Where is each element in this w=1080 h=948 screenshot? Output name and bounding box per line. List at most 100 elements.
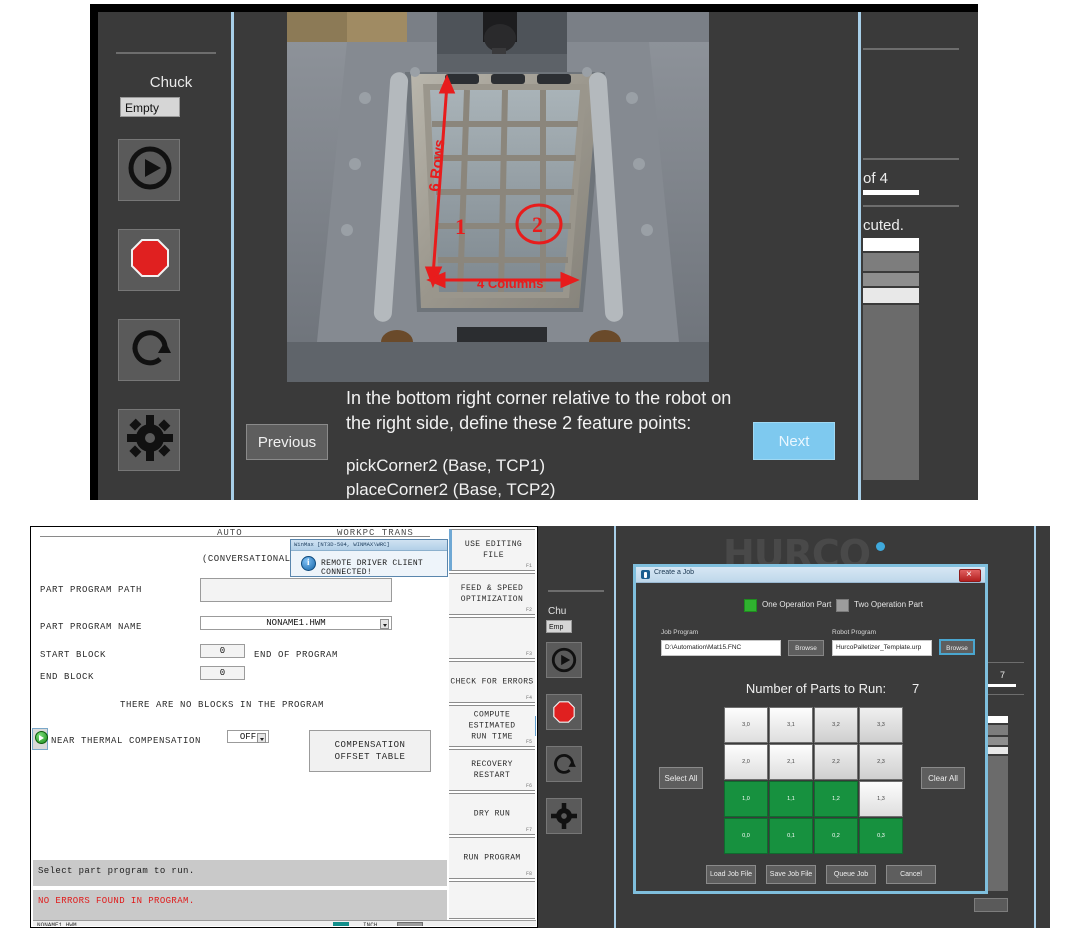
hmi-reset-button[interactable] [546,746,582,782]
dialog-title-bar: Create a Job [636,567,985,583]
part-cell-label: 1,1 [787,796,795,802]
save-job-file-button[interactable]: Save Job File [766,865,816,884]
separator-left [231,12,234,500]
hmi-settings-button[interactable] [546,798,582,834]
info-icon [301,556,316,571]
part-cell-0-2[interactable]: 0,2 [814,818,858,854]
statusbar-button[interactable] [397,922,423,926]
part-cell-3-1[interactable]: 3,1 [769,707,813,743]
list-panel[interactable] [863,305,919,480]
close-icon[interactable] [959,568,981,582]
play-icon [551,647,577,673]
part-cell-1-0[interactable]: 1,0 [724,781,768,817]
parts-to-run-label: Number of Parts to Run: [745,681,887,696]
softkey-check-for-errors[interactable]: CHECK FOR ERRORS F4 [449,661,535,703]
part-cell-3-0[interactable]: 3,0 [724,707,768,743]
winmax-notification-popup[interactable]: WinMax [NT3D-504, WINMAX\WRC] REMOTE DRI… [290,539,448,577]
part-cell-0-1[interactable]: 0,1 [769,818,813,854]
green-arrow-icon [35,731,48,744]
part-cell-1-1[interactable]: 1,1 [769,781,813,817]
hmi-stop-button[interactable] [546,694,582,730]
thermal-comp-expand-button[interactable] [32,728,48,750]
next-button[interactable]: Next [753,422,835,460]
svg-text:1: 1 [455,214,466,239]
feature-point-2: placeCorner2 (Base, TCP2) [346,480,556,499]
winmax-cnc-screen: AUTO WORKPC TRANS (CONVERSATIONAL) PART … [30,526,538,928]
part-cell-3-2[interactable]: 3,2 [814,707,858,743]
robot-program-browse-button[interactable]: Browse [939,639,975,655]
robot-hmi-background: HURCO Chu Emp 7 ted. [538,526,1050,928]
executed-label: cuted. [863,217,904,234]
list-item[interactable] [863,288,919,303]
part-cell-2-1[interactable]: 2,1 [769,744,813,780]
list-item[interactable] [863,253,919,271]
chevron-down-icon[interactable] [257,733,266,743]
clear-all-button[interactable]: Clear All [921,767,965,789]
select-all-button[interactable]: Select All [659,767,703,789]
softkey-run-program[interactable]: RUN PROGRAM F8 [449,837,535,879]
softkey-blank-f3[interactable]: F3 [449,617,535,659]
part-cell-2-2[interactable]: 2,2 [814,744,858,780]
gear-icon [127,415,173,461]
hmi-step-counter: 7 [1000,670,1006,680]
part-cell-3-3[interactable]: 3,3 [859,707,903,743]
load-job-file-button[interactable]: Load Job File [706,865,756,884]
play-button[interactable] [118,139,180,201]
two-operation-part-checkbox[interactable] [836,599,849,612]
cnc-status-bar: NONAME1.HWM INCH [33,920,536,926]
one-operation-part-checkbox[interactable] [744,599,757,612]
job-program-browse-button[interactable]: Browse [788,640,824,656]
statusbar-units: INCH [363,922,378,926]
compensation-offset-table-button[interactable]: COMPENSATION OFFSET TABLE [309,730,431,772]
softkey-compute-estimated-run-time[interactable]: COMPUTE ESTIMATED RUN TIME F5 [449,705,535,747]
part-program-path-input[interactable] [200,578,392,602]
tab-auto[interactable]: AUTO [217,528,243,538]
end-block-input[interactable]: 0 [200,666,245,680]
part-cell-label: 2,3 [877,759,885,765]
settings-button[interactable] [118,409,180,471]
chevron-down-icon[interactable] [380,619,389,629]
hmi-chuck-field[interactable]: Emp [546,620,572,633]
fkey-label: F5 [525,739,532,745]
hmi-play-button[interactable] [546,642,582,678]
part-cell-0-0[interactable]: 0,0 [724,818,768,854]
comp-line-1: COMPENSATION [334,740,406,750]
fixture-photo: 6 Rows 4 Columns 1 2 [287,12,709,382]
reset-button[interactable] [118,319,180,381]
softkey-recovery-restart[interactable]: RECOVERY RESTART F6 [449,749,535,791]
thermal-compensation-select[interactable]: OFF [227,730,269,743]
part-cell-label: 3,0 [742,722,750,728]
bottom-panel: AUTO WORKPC TRANS (CONVERSATIONAL) PART … [30,526,1050,928]
cancel-button[interactable]: Cancel [886,865,936,884]
list-item[interactable] [863,273,919,286]
part-cell-2-0[interactable]: 2,0 [724,744,768,780]
softkey-use-editing-file[interactable]: USE EDITING FILE F1 [449,529,535,571]
start-block-input[interactable]: 0 [200,644,245,658]
popup-title: WinMax [NT3D-504, WINMAX\WRC] [294,541,390,548]
part-grid[interactable]: 3,0 3,1 3,2 3,3 2,0 2,1 2,2 2,3 1,0 1,1 1,2 1,3 0,0 0… [724,707,904,857]
list-item[interactable] [863,238,919,251]
chuck-status-field[interactable]: Empty [120,97,180,117]
stop-octagon-icon [553,701,575,723]
previous-button[interactable]: Previous [246,424,328,460]
robot-program-input[interactable]: HurcoPalletizer_Template.urp [832,640,932,656]
tab-workpc-trans[interactable]: WORKPC TRANS [337,528,414,538]
softkey-blank-last[interactable] [449,881,535,919]
part-cell-2-3[interactable]: 2,3 [859,744,903,780]
hmi-run-program-button[interactable] [974,898,1008,912]
mode-label: (CONVERSATIONAL) [202,554,297,564]
softkey-feed-speed-optimization[interactable]: FEED & SPEED OPTIMIZATION F2 [449,573,535,615]
job-program-input[interactable]: D:\Automation\Mat15.FNC [661,640,781,656]
stop-button[interactable] [118,229,180,291]
compute-run-time-expand-button[interactable] [535,716,536,736]
part-cell-label: 1,2 [832,796,840,802]
part-cell-1-2[interactable]: 1,2 [814,781,858,817]
job-program-label: Job Program [661,629,699,636]
part-cell-label: 1,0 [742,796,750,802]
part-cell-1-3[interactable]: 1,3 [859,781,903,817]
part-cell-0-3[interactable]: 0,3 [859,818,903,854]
part-program-name-select[interactable]: NONAME1.HWM [200,616,392,630]
part-cell-label: 3,3 [877,722,885,728]
softkey-dry-run[interactable]: DRY RUN F7 [449,793,535,835]
queue-job-button[interactable]: Queue Job [826,865,876,884]
